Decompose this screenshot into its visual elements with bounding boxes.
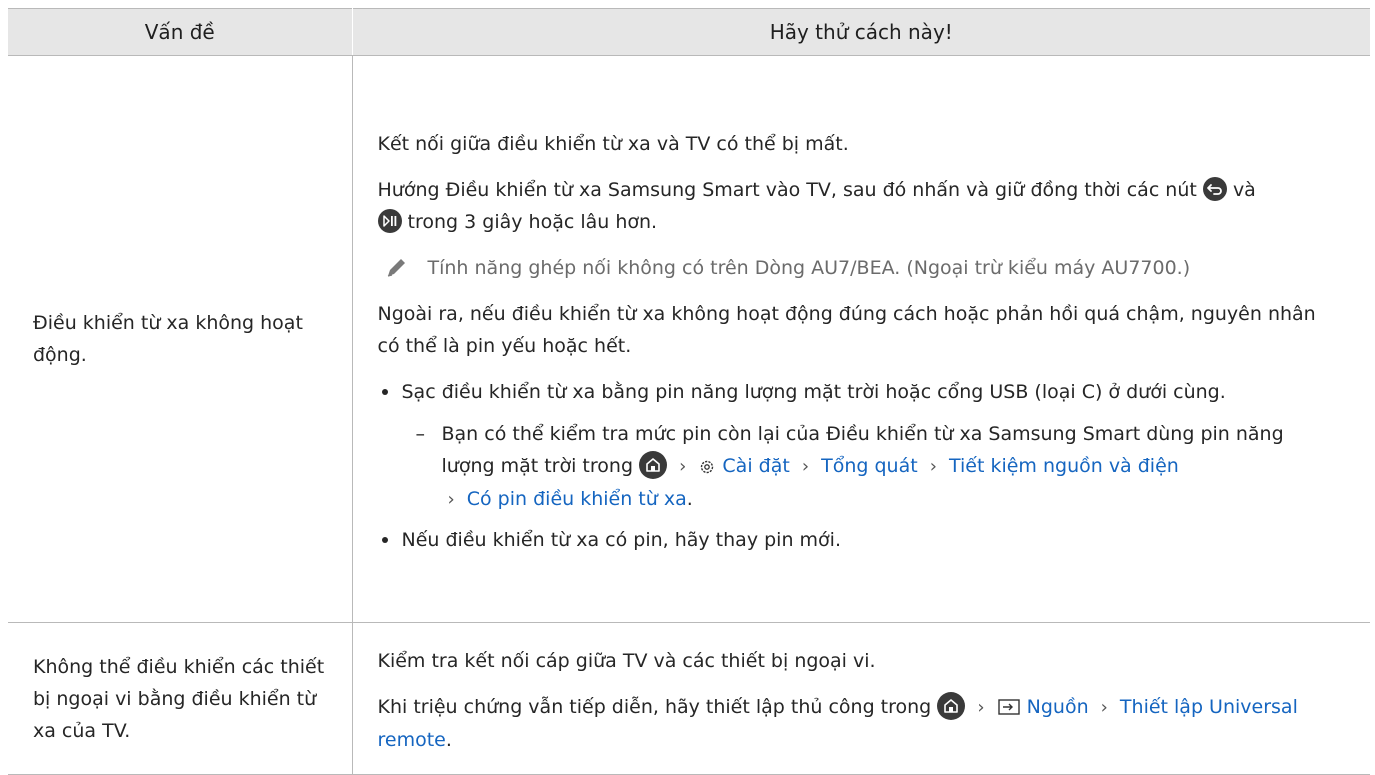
menu-general-link[interactable]: Tổng quát bbox=[821, 455, 918, 477]
solution-paragraph: Kết nối giữa điều khiển từ xa và TV có t… bbox=[377, 133, 849, 155]
manual-page: Vấn đề Hãy thử cách này! Điều khiển từ x… bbox=[0, 0, 1375, 775]
gear-icon bbox=[701, 460, 714, 474]
menu-settings-link[interactable]: Cài đặt bbox=[722, 455, 789, 477]
table-row: Điều khiển từ xa không hoạt động. Kết nố… bbox=[8, 55, 1370, 623]
menu-power-link[interactable]: Tiết kiệm nguồn và điện bbox=[949, 455, 1179, 477]
header-solution: Hãy thử cách này! bbox=[352, 8, 1370, 56]
home-icon bbox=[937, 692, 966, 720]
solution-cell: Kết nối giữa điều khiển từ xa và TV có t… bbox=[352, 55, 1370, 623]
solution-paragraph: Kiểm tra kết nối cáp giữa TV và các thiế… bbox=[377, 650, 876, 672]
chevron-icon: › bbox=[1100, 697, 1108, 718]
header-problem: Vấn đề bbox=[8, 8, 353, 56]
solution-paragraph: Ngoài ra, nếu điều khiển từ xa không hoạ… bbox=[377, 303, 1316, 357]
home-icon bbox=[639, 451, 668, 479]
table-header-row: Vấn đề Hãy thử cách này! bbox=[8, 8, 1370, 56]
problem-cell: Không thể điều khiển các thiết bị ngoại … bbox=[8, 622, 353, 775]
table-row: Không thể điều khiển các thiết bị ngoại … bbox=[8, 622, 1370, 775]
menu-battery-link[interactable]: Có pin điều khiển từ xa bbox=[467, 488, 687, 510]
chevron-icon: › bbox=[929, 456, 937, 477]
list-item: Sạc điều khiển từ xa bằng pin năng lượng… bbox=[378, 376, 1331, 516]
pencil-note-icon bbox=[387, 259, 405, 277]
sub-list-item: – Bạn có thể kiểm tra mức pin còn lại củ… bbox=[415, 423, 1284, 510]
note: Tính năng ghép nối không có trên Dòng AU… bbox=[378, 252, 1331, 284]
solution-cell: Kiểm tra kết nối cáp giữa TV và các thiế… bbox=[352, 622, 1370, 775]
return-button-icon bbox=[1202, 177, 1227, 201]
solution-paragraph: Hướng Điều khiển từ xa Samsung Smart vào… bbox=[377, 177, 1256, 233]
list-item: Nếu điều khiển từ xa có pin, hãy thay pi… bbox=[378, 524, 1331, 556]
source-icon bbox=[997, 699, 1020, 715]
bullet-list: Sạc điều khiển từ xa bằng pin năng lượng… bbox=[378, 376, 1331, 556]
chevron-icon: › bbox=[447, 489, 455, 510]
menu-source-link[interactable]: Nguồn bbox=[1027, 696, 1089, 718]
chevron-icon: › bbox=[679, 456, 687, 477]
chevron-icon: › bbox=[801, 456, 810, 477]
chevron-icon: › bbox=[977, 697, 985, 718]
problem-cell: Điều khiển từ xa không hoạt động. bbox=[8, 55, 353, 623]
troubleshooting-table: Vấn đề Hãy thử cách này! Điều khiển từ x… bbox=[8, 8, 1370, 775]
play-pause-button-icon bbox=[377, 209, 402, 233]
